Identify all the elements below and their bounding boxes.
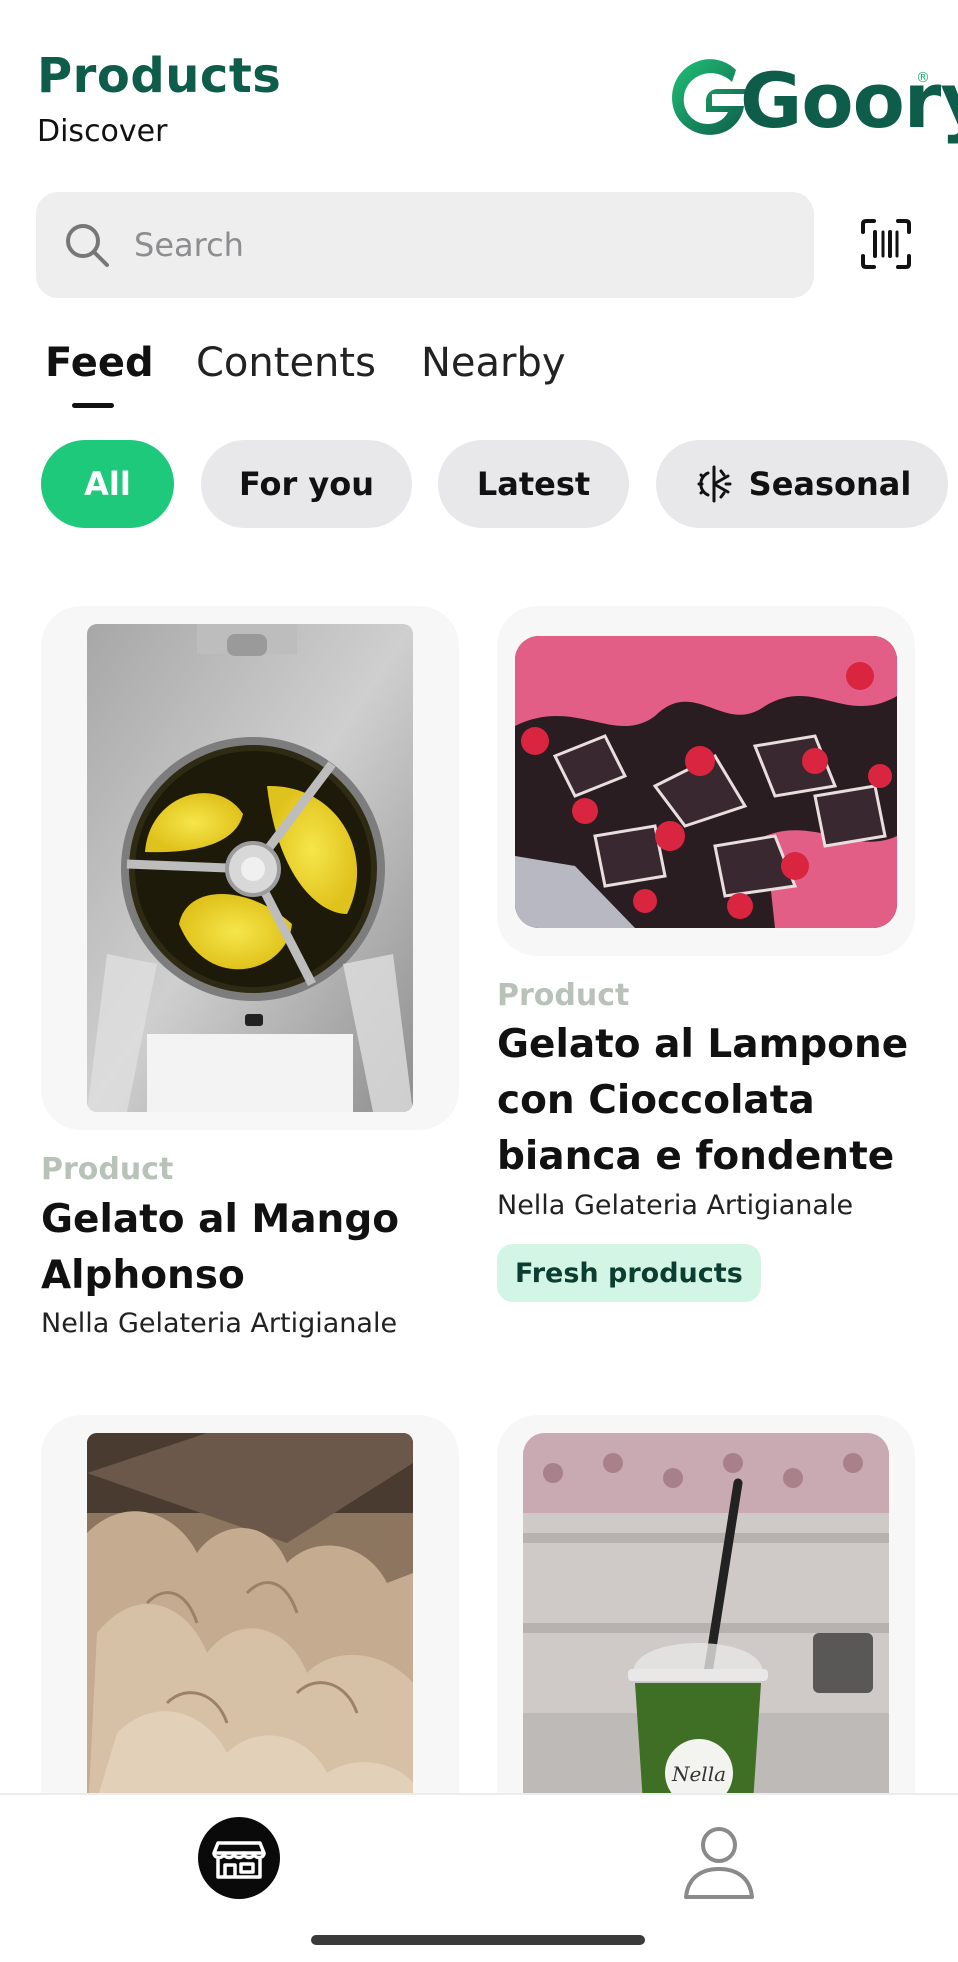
product-card-raspberry[interactable] (497, 606, 915, 956)
mango-gelato-machine-image (87, 624, 413, 1112)
profile-icon (684, 1827, 754, 1899)
store-icon (212, 1841, 266, 1879)
tab-active-indicator (72, 403, 114, 408)
fresh-products-badge: Fresh products (497, 1244, 761, 1302)
tab-nearby[interactable]: Nearby (421, 340, 566, 386)
chip-label: Latest (476, 465, 591, 503)
nav-profile-button[interactable] (682, 1825, 756, 1901)
home-indicator (311, 1935, 645, 1945)
search-input[interactable] (132, 214, 776, 276)
card-title-line: Gelato al Mango (41, 1197, 400, 1242)
chip-seasonal[interactable]: Seasonal (656, 440, 948, 528)
tab-feed[interactable]: Feed (45, 340, 154, 386)
card-place-label: Nella Gelateria Artigianale (41, 1308, 398, 1339)
page-subtitle: Discover (37, 114, 168, 149)
green-smoothie-cup-image: Nella (523, 1433, 889, 1833)
card-title-line: Alphonso (41, 1253, 245, 1298)
product-card-mango[interactable] (41, 606, 459, 1130)
logo-g-mark (672, 59, 746, 135)
goory-logo: Goory ® (660, 50, 958, 150)
chip-label: For you (238, 465, 375, 503)
barcode-scan-icon (861, 219, 911, 269)
registered-mark: ® (916, 70, 930, 86)
card-title-line: con Cioccolata (497, 1078, 815, 1123)
product-card-smoothie[interactable]: Nella (497, 1415, 915, 1835)
chip-latest[interactable]: Latest (438, 440, 629, 528)
tab-contents[interactable]: Contents (196, 340, 376, 386)
barcode-scan-button[interactable] (860, 218, 912, 270)
cup-label: Nella (671, 1762, 726, 1786)
card-title-line: bianca e fondente (497, 1134, 895, 1179)
chip-label: All (84, 465, 131, 503)
coffee-gelato-image (87, 1433, 413, 1833)
card-place-label: Nella Gelateria Artigianale (497, 1190, 854, 1221)
nav-store-button[interactable] (198, 1817, 280, 1899)
page-title: Products (37, 48, 282, 104)
card-title-line: Gelato al Lampone (497, 1022, 909, 1067)
bottom-nav-bar (0, 1793, 958, 1962)
raspberry-chocolate-gelato-image (515, 636, 897, 928)
search-bar[interactable] (36, 192, 814, 298)
snow-sun-icon (697, 465, 732, 503)
product-card-coffee[interactable] (41, 1415, 459, 1835)
card-kind-label: Product (41, 1152, 174, 1187)
chip-all[interactable]: All (41, 440, 174, 528)
chip-for-you[interactable]: For you (201, 440, 412, 528)
chip-label: Seasonal (748, 465, 912, 503)
card-kind-label: Product (497, 978, 630, 1013)
search-icon (66, 224, 109, 267)
